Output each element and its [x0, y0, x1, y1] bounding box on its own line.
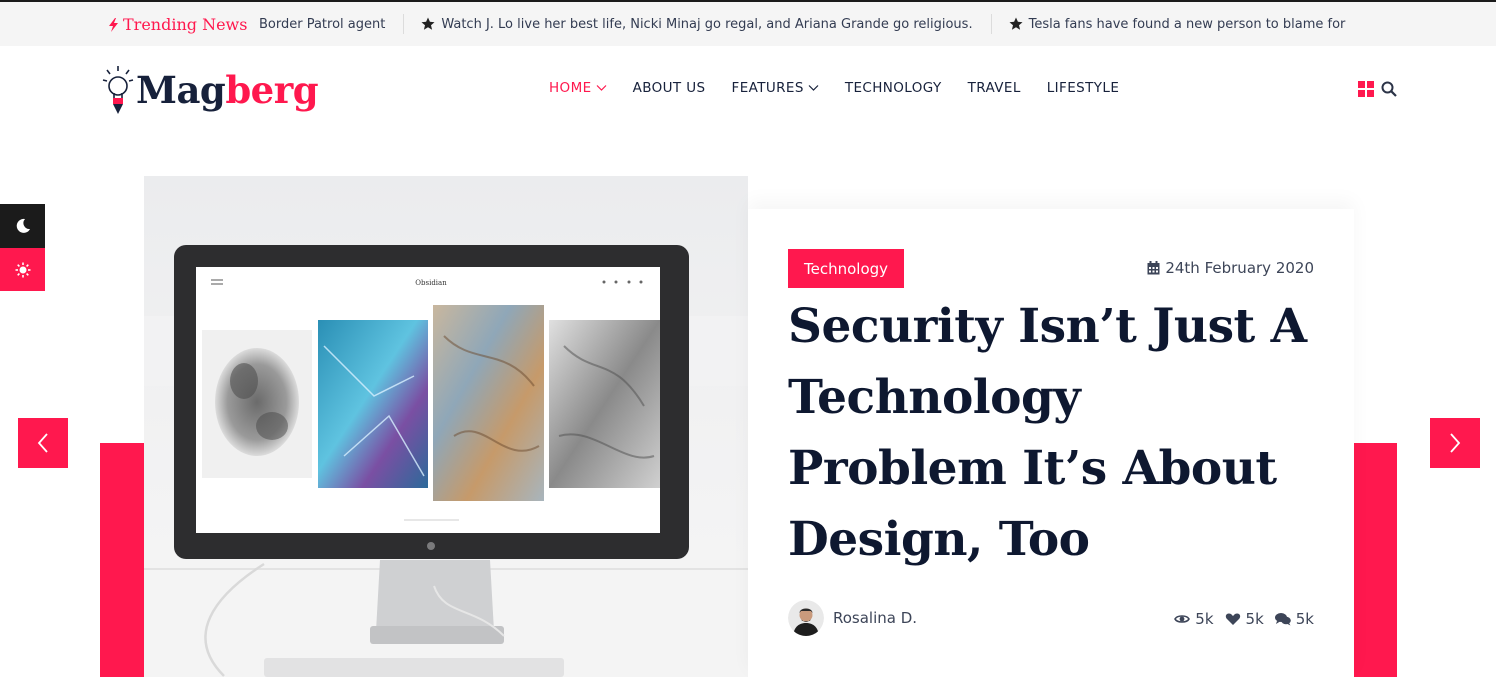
nav-item-lifestyle[interactable]: LIFESTYLE	[1047, 80, 1120, 96]
main-nav: HOME ABOUT US FEATURES TECHNOLOGY TRAVEL…	[549, 80, 1145, 96]
author[interactable]: Rosalina D.	[788, 600, 917, 636]
moon-icon	[16, 218, 30, 233]
trending-ticker: Border Patrol agent Watch J. Lo live her…	[259, 14, 1397, 34]
nav-item-label[interactable]: HOME	[549, 80, 592, 96]
author-name[interactable]: Rosalina D.	[833, 609, 917, 627]
avatar	[788, 600, 824, 636]
heart-icon	[1225, 613, 1240, 625]
comments-count[interactable]: 5k	[1296, 610, 1314, 628]
trending-label-text: Trending News	[123, 15, 248, 34]
nav-item-about-us[interactable]: ABOUT US	[633, 80, 706, 96]
trending-item-text[interactable]: Tesla fans have found a new person to bl…	[1029, 17, 1346, 32]
imac-illustration: Obsidian	[144, 245, 748, 677]
nav-item-features[interactable]: FEATURES	[732, 80, 819, 96]
trending-item[interactable]: Watch J. Lo live her best life, Nicki Mi…	[421, 17, 990, 32]
divider	[403, 14, 405, 34]
logo-text[interactable]: Magberg	[136, 68, 319, 112]
nav-item-label[interactable]: FEATURES	[732, 80, 804, 96]
grid-icon[interactable]	[1358, 81, 1374, 97]
slider-next-button[interactable]	[1430, 418, 1480, 468]
post-date: 24th February 2020	[1147, 259, 1314, 277]
lightbulb-logo-icon	[102, 66, 134, 114]
chevron-right-icon	[1450, 433, 1461, 453]
post-stats: 5k 5k 5k	[1174, 610, 1314, 628]
slider-prev-button[interactable]	[18, 418, 68, 468]
trending-item-text[interactable]: Watch J. Lo live her best life, Nicki Mi…	[441, 17, 972, 32]
slide-featured-image[interactable]: Obsidian	[144, 176, 748, 677]
slide-article-card: Technology 24th February 2020 Security I…	[748, 209, 1354, 677]
nav-item-travel[interactable]: TRAVEL	[968, 80, 1021, 96]
trending-item[interactable]: Border Patrol agent	[259, 17, 403, 32]
sun-icon	[15, 262, 30, 277]
logo-text-dark[interactable]: Mag	[136, 68, 226, 112]
trending-bar: Trending News Border Patrol agent Watch …	[0, 0, 1496, 46]
star-icon	[1009, 17, 1023, 30]
likes-count[interactable]: 5k	[1246, 610, 1264, 628]
divider	[990, 14, 992, 34]
site-logo[interactable]: Magberg	[100, 64, 319, 116]
likes-stat[interactable]: 5k	[1225, 610, 1264, 628]
views-count: 5k	[1195, 610, 1214, 628]
nav-item-home[interactable]: HOME	[549, 80, 607, 96]
article-title[interactable]: Security Isn’t Just A Technology Problem…	[788, 291, 1308, 575]
trending-item[interactable]: Tesla fans have found a new person to bl…	[1009, 17, 1364, 32]
nav-item-label[interactable]: ABOUT US	[633, 80, 706, 96]
category-badge[interactable]: Technology	[788, 249, 905, 288]
chevron-down-icon	[808, 85, 819, 91]
dark-mode-button[interactable]	[0, 204, 45, 248]
decorative-block-left	[100, 443, 144, 677]
comments-stat[interactable]: 5k	[1274, 610, 1314, 628]
comments-icon	[1274, 613, 1291, 626]
decorative-block-right	[1354, 443, 1397, 677]
nav-item-label[interactable]: LIFESTYLE	[1047, 80, 1120, 96]
star-icon	[421, 17, 435, 30]
views-stat: 5k	[1174, 610, 1214, 628]
nav-item-label[interactable]: TECHNOLOGY	[845, 80, 942, 96]
light-mode-button[interactable]	[0, 248, 45, 291]
chevron-left-icon	[37, 433, 48, 453]
chevron-down-icon	[596, 85, 606, 91]
search-icon[interactable]	[1381, 81, 1397, 97]
nav-item-technology[interactable]: TECHNOLOGY	[845, 80, 942, 96]
trending-label: Trending News	[108, 15, 247, 34]
lightning-icon	[109, 17, 118, 32]
trending-item-text[interactable]: Border Patrol agent	[259, 17, 385, 32]
post-date-text: 24th February 2020	[1165, 259, 1314, 277]
nav-item-label[interactable]: TRAVEL	[968, 80, 1021, 96]
screen-title: Obsidian	[415, 279, 447, 287]
logo-text-accent[interactable]: berg	[225, 68, 318, 112]
calendar-icon	[1147, 261, 1160, 275]
eye-icon	[1174, 615, 1191, 623]
header-actions	[1358, 81, 1397, 97]
